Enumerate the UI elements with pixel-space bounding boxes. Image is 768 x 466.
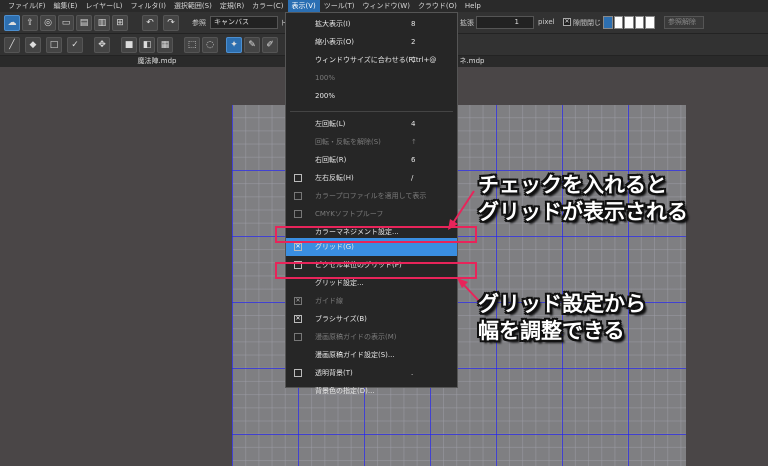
callout-top-line1: チェックを入れると	[478, 173, 667, 197]
callout-top-line2: グリッドが表示される	[478, 200, 688, 224]
annotation-arrows	[448, 190, 481, 303]
callout-bottom-line1: グリッド設定から	[478, 292, 646, 316]
callout-bottom-line2: 幅を調整できる	[478, 319, 625, 343]
